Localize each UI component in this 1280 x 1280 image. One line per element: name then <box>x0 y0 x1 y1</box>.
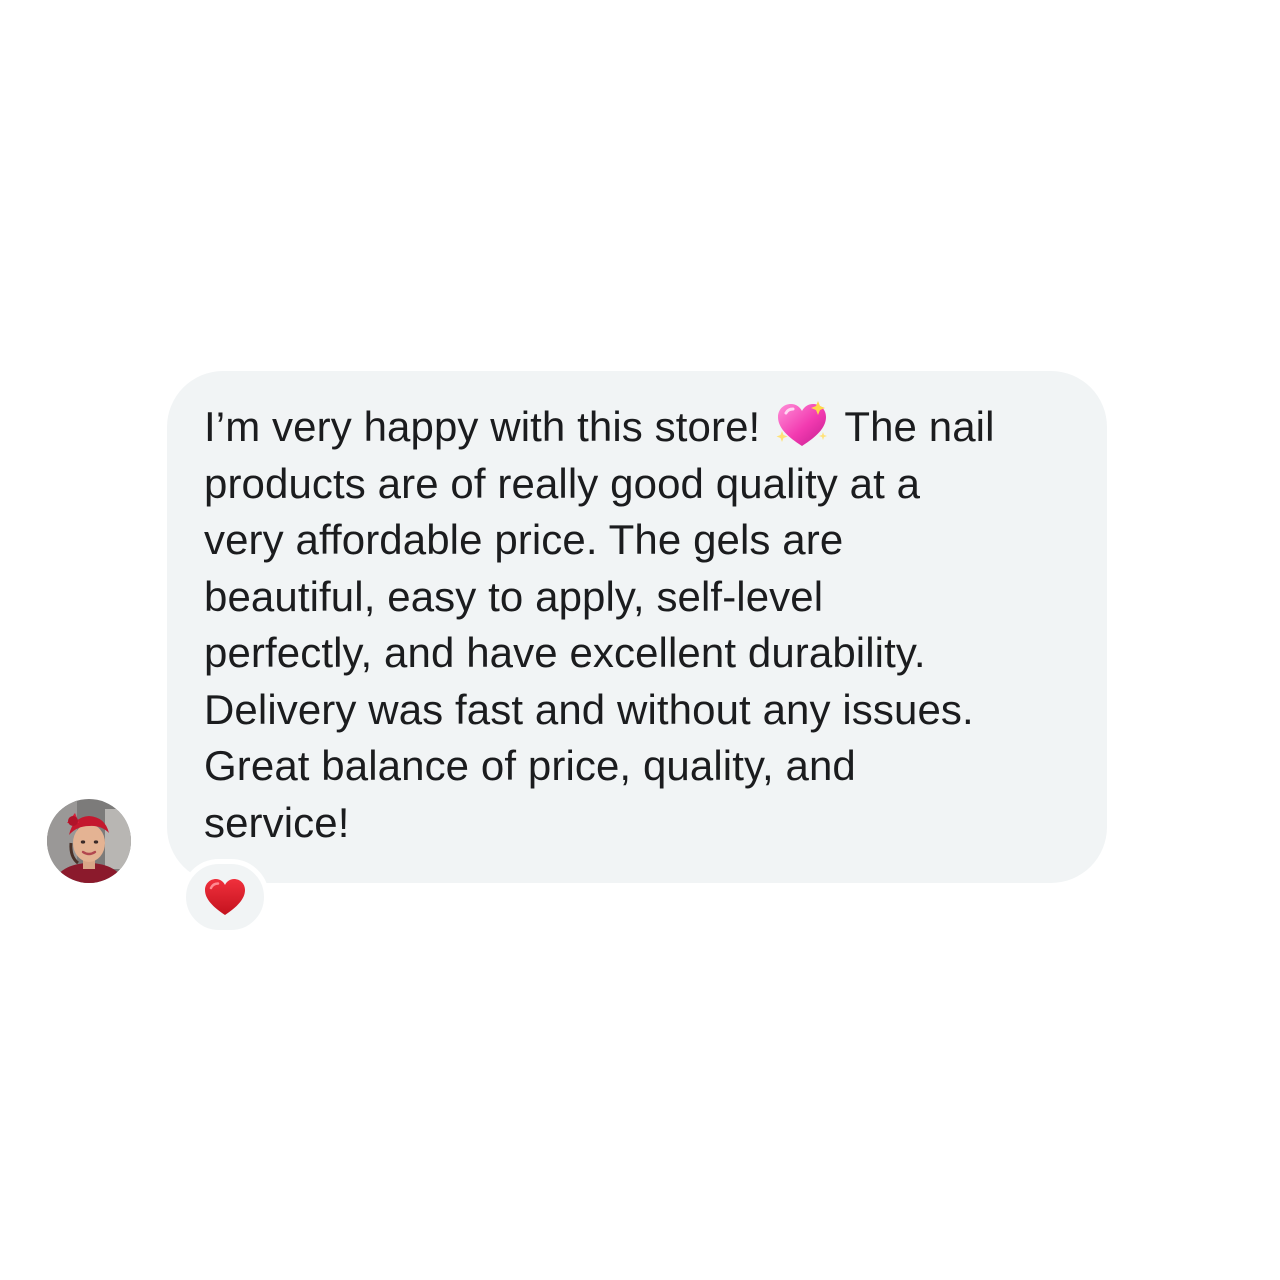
message-line: service! <box>204 798 350 846</box>
message-line: products are of really good quality at a <box>204 459 921 507</box>
message-bubble[interactable]: I’m very happy with this store! The nail <box>167 371 1107 883</box>
message-line: Great balance of price, quality, and <box>204 742 856 789</box>
message-line: perfectly, and have excellent durability… <box>204 629 926 676</box>
avatar[interactable] <box>47 799 131 883</box>
sparkling-heart-icon <box>774 400 830 450</box>
message-line-end: The nail <box>844 403 995 450</box>
chat-area: I’m very happy with this store! The nail <box>0 0 1280 1280</box>
message-line: I’m very happy with this store! The nail <box>204 399 1071 456</box>
message-line: very affordable price. The gels are <box>204 516 844 563</box>
reaction-badge[interactable] <box>181 859 269 935</box>
message-line-start: I’m very happy with this store! <box>204 403 761 450</box>
message-line: Delivery was fast and without any issues… <box>204 685 974 733</box>
message-line: beautiful, easy to apply, self-level <box>204 572 824 620</box>
heart-icon <box>203 877 247 917</box>
